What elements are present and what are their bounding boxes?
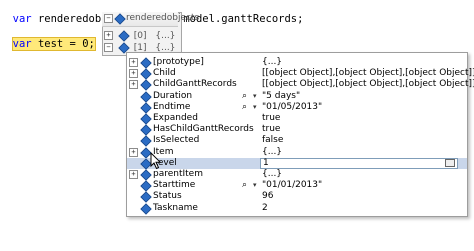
inspector-row[interactable]: Endtime ⌕ ▾ "01/05/2013" — [127, 101, 467, 114]
blue-cube-icon — [140, 180, 152, 192]
property-name: Starttime — [153, 180, 196, 191]
property-name: Duration — [153, 90, 193, 101]
inspector-row[interactable]: HasChildGanttRecords true — [127, 124, 467, 136]
property-value[interactable]: 1 — [263, 158, 269, 169]
property-value: [[object Object],[object Object],[object… — [262, 68, 474, 79]
magnifier-icon[interactable]: ⌕ — [242, 102, 247, 113]
plus-box-icon[interactable]: + — [129, 58, 138, 67]
property-name: parentItem — [153, 169, 203, 179]
minus-box-icon[interactable]: − — [104, 14, 113, 23]
inspector-row[interactable]: + Child [[object Object],[object Object],[… — [127, 68, 474, 80]
property-name: Child — [153, 68, 176, 79]
datatip-row-value: {...} — [155, 31, 176, 41]
code-line-2: var test = 0; — [0, 24, 96, 51]
plus-box-icon[interactable]: + — [129, 170, 138, 179]
datatip-row[interactable]: + [0] {...} — [104, 29, 176, 42]
blue-cube-icon — [140, 169, 152, 181]
property-value: false — [262, 135, 284, 146]
plus-box-icon[interactable]: + — [129, 147, 138, 157]
property-value: true — [262, 124, 281, 135]
property-value: "01/01/2013" — [262, 180, 323, 191]
inspector-row[interactable]: Level 1 — [127, 157, 467, 170]
code-keyword: var — [12, 38, 32, 50]
property-name: Status — [153, 191, 182, 202]
property-value: {...} — [262, 169, 283, 179]
blue-cube-icon — [140, 191, 152, 204]
pin-icon[interactable] — [445, 158, 455, 167]
inspector-row[interactable]: + parentItem {...} — [127, 169, 467, 181]
inspector-row[interactable]: Status 96 — [127, 191, 467, 204]
property-name: [prototype] — [153, 57, 204, 67]
plus-box-icon[interactable]: + — [129, 80, 138, 90]
blue-cube-icon — [140, 124, 152, 136]
property-value: "01/05/2013" — [262, 101, 323, 112]
text-caret — [94, 37, 96, 48]
blue-cube-icon — [140, 102, 152, 114]
blue-cube-icon — [140, 90, 152, 103]
blue-cube-icon — [140, 57, 152, 69]
property-value: "5 days" — [262, 90, 301, 101]
property-name: Taskname — [153, 202, 198, 213]
plus-box-icon[interactable]: + — [129, 69, 138, 79]
property-value: 96 — [262, 191, 274, 202]
property-value: {...} — [262, 57, 283, 67]
blue-cube-icon — [140, 135, 152, 148]
inspector-row[interactable]: Starttime ⌕ ▾ "01/01/2013" — [127, 180, 467, 192]
datatip-title: renderedobjects — [126, 13, 200, 23]
property-name: Expanded — [153, 113, 198, 123]
datatip-header[interactable]: − renderedobjects — [102, 12, 199, 27]
dropdown-arrow-icon[interactable]: ▾ — [253, 91, 257, 102]
property-name: Endtime — [153, 101, 191, 112]
code-text: test = 0; — [31, 38, 95, 50]
value-edit-field[interactable]: 1 — [260, 157, 458, 169]
property-name: IsSelected — [153, 135, 200, 146]
inspector-row[interactable]: Expanded true — [127, 113, 467, 125]
property-name: HasChildGanttRecords — [153, 124, 254, 135]
dropdown-arrow-icon[interactable]: ▾ — [253, 180, 257, 191]
inspector-row[interactable]: Duration ⌕ ▾ "5 days" — [127, 90, 467, 103]
property-value: 2 — [262, 202, 268, 213]
blue-cube-icon — [140, 202, 152, 215]
blue-cube-icon — [118, 29, 130, 42]
inspector-row[interactable]: + [prototype] {...} — [127, 57, 467, 69]
blue-cube-icon — [140, 79, 152, 92]
property-name: ChildGanttRecords — [153, 79, 237, 90]
object-inspector: + [prototype] {...} + Child [[object Object],… — [126, 52, 474, 217]
property-value: [[object Object],[object Object],[object… — [262, 79, 474, 90]
blue-cube-icon — [140, 113, 152, 125]
inspector-row[interactable]: Taskname 2 — [127, 202, 467, 215]
dropdown-arrow-icon[interactable]: ▾ — [253, 102, 257, 113]
inspector-row[interactable]: + ChildGanttRecords [[object Object],[obje… — [127, 79, 474, 92]
mouse-pointer-icon — [150, 152, 162, 170]
property-value: true — [262, 113, 281, 123]
minus-box-icon[interactable]: − — [104, 43, 113, 52]
blue-cube-icon — [140, 68, 152, 80]
property-value: {...} — [262, 146, 283, 157]
inspector-row[interactable]: + Item {...} — [127, 146, 467, 159]
magnifier-icon[interactable]: ⌕ — [242, 91, 247, 102]
magnifier-icon[interactable]: ⌕ — [242, 180, 247, 191]
inspector-row[interactable]: IsSelected false — [127, 135, 467, 148]
plus-box-icon[interactable]: + — [104, 31, 113, 40]
datatip-row-name: [0] — [133, 31, 147, 41]
blue-cube-icon — [114, 13, 126, 25]
